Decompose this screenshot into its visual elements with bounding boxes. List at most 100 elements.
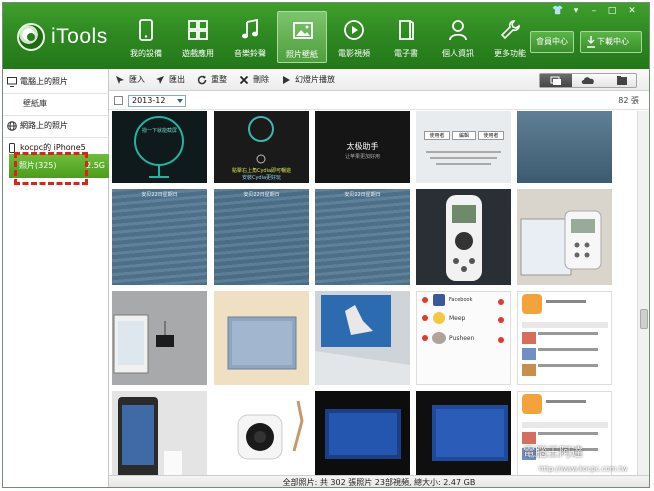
photo-content <box>113 314 174 374</box>
month-select[interactable]: 2013-12 <box>128 95 186 107</box>
photo-content <box>520 210 602 276</box>
export-button[interactable]: 匯出 <box>155 69 185 91</box>
refresh-icon <box>197 75 207 85</box>
app-name: Facebook <box>449 297 473 303</box>
nav-label: 個人資訊 <box>442 49 474 58</box>
folder-icon <box>617 76 627 85</box>
skin-icon[interactable]: 👕 <box>551 5 565 17</box>
photo-thumb[interactable] <box>214 291 309 385</box>
sidebar-divider <box>3 137 109 138</box>
photo-thumb[interactable]: 使用者 編輯 使用者 <box>416 111 511 183</box>
slideshow-label: 幻燈片播放 <box>295 75 335 84</box>
photo-thumb[interactable]: 安贝22日星期日 <box>214 189 309 285</box>
nav-games-apps[interactable]: 遊戲應用 <box>173 11 223 63</box>
nav-ebooks[interactable]: 電子書 <box>381 11 431 63</box>
main-nav: 我的設備 遊戲應用 音樂鈴聲 照片壁紙 電影視頻 電子書 個人資訊 更多功能 <box>121 11 537 65</box>
download-center-label: 下載中心 <box>597 37 629 46</box>
photo-content <box>446 195 482 281</box>
import-arrow-icon <box>116 76 124 84</box>
nav-photos-wallpaper[interactable]: 照片壁紙 <box>277 11 327 63</box>
slideshow-button[interactable]: 幻燈片播放 <box>281 69 335 91</box>
close-button[interactable]: ✕ <box>625 5 639 17</box>
photo-content <box>522 294 608 376</box>
view-cloud-button[interactable] <box>573 74 605 87</box>
photo-thumb[interactable] <box>416 391 511 475</box>
nav-more[interactable]: 更多功能 <box>485 11 535 63</box>
export-arrow-icon <box>156 76 164 84</box>
itools-logo-icon <box>17 23 45 51</box>
view-folder-button[interactable] <box>606 74 638 87</box>
delete-button[interactable]: 刪除 <box>239 69 269 91</box>
grid-scrollbar[interactable] <box>637 111 649 475</box>
sidebar-photos-size: 2.5G <box>86 161 105 170</box>
sidebar-web-photos[interactable]: 網路上的照片 <box>3 117 109 135</box>
select-all-checkbox[interactable] <box>114 96 123 105</box>
photo-thumb[interactable]: 安贝22日星期日 <box>315 189 410 285</box>
filter-row: 2013-12 82 張 <box>109 92 649 110</box>
nav-label: 電影視頻 <box>338 49 370 58</box>
photo-thumb[interactable] <box>112 391 207 475</box>
photo-content <box>432 405 508 461</box>
sidebar-divider <box>3 93 109 94</box>
photo-thumb[interactable] <box>416 189 511 285</box>
photo-caption: 安裝Cydia更好玩 <box>241 175 282 181</box>
sidebar-pc-photos[interactable]: 電腦上的照片 <box>3 73 109 91</box>
download-center-button[interactable]: 下載中心 <box>580 31 642 53</box>
book-icon <box>399 20 414 40</box>
restore-button[interactable]: □ <box>605 5 619 17</box>
member-center-button[interactable]: 會員中心 <box>530 31 574 53</box>
photo-thumb[interactable] <box>517 291 612 385</box>
dropdown-arrow-icon <box>177 99 183 103</box>
photo-toolbar: 匯入 匯出 重整 刪除 幻燈片播放 <box>109 69 649 91</box>
photo-thumb[interactable]: 點擊右上角Cydia即可暢遊 安裝Cydia更好玩 <box>214 111 309 183</box>
sidebar-wallpaper-label: 壁紙庫 <box>23 99 47 108</box>
nav-personal-info[interactable]: 個人資訊 <box>433 11 483 63</box>
photo-content <box>237 400 304 460</box>
globe-icon <box>7 121 17 131</box>
photo-caption: 使用者 <box>478 131 504 140</box>
sidebar-wallpaper-library[interactable]: 壁紙庫 <box>3 95 109 113</box>
picture-icon <box>293 22 313 39</box>
refresh-label: 重整 <box>211 75 227 84</box>
import-label: 匯入 <box>129 75 145 84</box>
photo-count: 82 張 <box>618 96 639 105</box>
minimize-button[interactable]: – <box>587 5 601 17</box>
nav-label: 照片壁紙 <box>286 50 318 59</box>
export-label: 匯出 <box>169 75 185 84</box>
play-triangle-icon <box>283 76 290 84</box>
photo-caption: 編輯 <box>452 131 476 140</box>
photo-thumb[interactable] <box>517 111 612 183</box>
photo-thumb[interactable] <box>315 391 410 475</box>
scrollbar-thumb[interactable] <box>640 309 648 329</box>
photo-thumb[interactable]: 太极助手 让苹果更加好用 <box>315 111 410 183</box>
nav-my-device[interactable]: 我的設備 <box>121 11 171 63</box>
photo-thumb[interactable] <box>517 189 612 285</box>
photo-caption: 安贝22日星期日 <box>344 192 381 198</box>
photo-content <box>134 116 184 178</box>
refresh-button[interactable]: 重整 <box>197 69 227 91</box>
photo-caption: 撥一下就能截屏 <box>141 128 177 134</box>
red-dashed-highlight <box>14 152 88 185</box>
nav-label: 我的設備 <box>130 49 162 58</box>
photo-thumb[interactable]: Facebook Meep Pusheen <box>416 291 511 385</box>
nav-video[interactable]: 電影視頻 <box>329 11 379 63</box>
nav-label: 音樂鈴聲 <box>234 49 266 58</box>
photo-content <box>315 295 410 385</box>
nav-music[interactable]: 音樂鈴聲 <box>225 11 275 63</box>
import-button[interactable]: 匯入 <box>115 69 145 91</box>
photo-thumb[interactable] <box>214 391 309 475</box>
nav-label: 更多功能 <box>494 49 526 58</box>
nav-label: 電子書 <box>394 49 418 58</box>
cloud-icon <box>581 77 594 84</box>
photo-content <box>426 151 501 165</box>
photo-thumb[interactable]: 安贝22日星期日 <box>112 189 207 285</box>
photo-thumb[interactable] <box>112 291 207 385</box>
photo-title: 太极助手 <box>346 142 379 151</box>
monitor-icon <box>7 77 17 87</box>
photo-thumb[interactable] <box>315 291 410 385</box>
sidebar: 電腦上的照片 壁紙庫 網路上的照片 kocpc的 iPhone5 <box>3 69 109 487</box>
settings-icon[interactable]: ▾ <box>569 5 583 17</box>
view-photos-button[interactable] <box>540 74 572 87</box>
photo-thumb[interactable]: 撥一下就能截屏 <box>112 111 207 183</box>
status-bar: 全部照片: 共 302 張照片 23部視頻, 總大小: 2.47 GB <box>109 475 649 487</box>
